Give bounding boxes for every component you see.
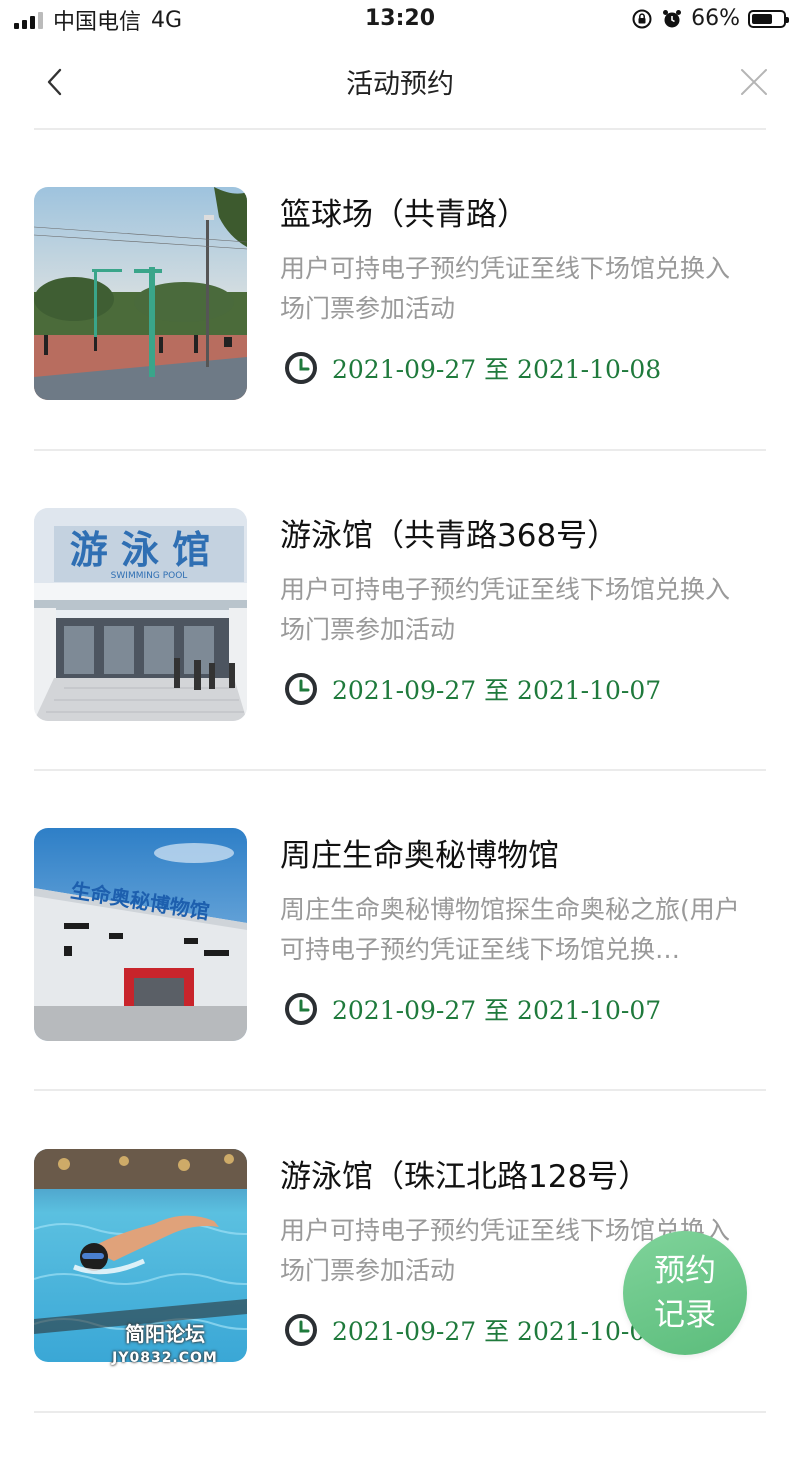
alarm-icon xyxy=(663,9,682,27)
item-description: 周庄生命奥秘博物馆探生命奥秘之旅(用户可持电子预约凭证至线下场馆兑换… xyxy=(280,895,740,964)
battery-icon xyxy=(748,9,789,28)
clock-icon xyxy=(285,352,317,384)
nav-bar: 活动预约 xyxy=(0,40,800,128)
basketball-court-photo xyxy=(34,187,247,400)
item-title: 游泳馆（珠江北路128号） xyxy=(280,1159,650,1195)
building-sign: 游 泳 馆 xyxy=(70,528,210,572)
list-item[interactable]: 游 泳 馆 SWIMMING POOL 游泳馆（共青路368号） 用户可持电子预… xyxy=(0,508,800,828)
swimming-hall-building-photo: 游 泳 馆 SWIMMING POOL xyxy=(34,508,247,721)
booking-records-label-line1: 预约 xyxy=(654,1253,716,1289)
list-item[interactable]: 生命奥秘博物馆 周庄生命奥秘博物馆 周庄生命奥秘博物馆探生命奥秘之旅(用户可持电… xyxy=(0,828,800,1148)
item-date: 2021-09-27 至 2021-10-07 xyxy=(332,996,662,1025)
clock-icon xyxy=(285,1314,317,1346)
clock-icon xyxy=(285,673,317,705)
watermark-line2: JY0832.COM xyxy=(112,1350,218,1366)
item-date: 2021-09-27 至 2021-10-07 xyxy=(332,1317,662,1346)
status-bar: 中国电信 4G 13:20 66% xyxy=(0,0,800,40)
item-date: 2021-09-27 至 2021-10-08 xyxy=(332,355,662,384)
item-title: 游泳馆（共青路368号） xyxy=(280,518,619,554)
divider xyxy=(34,1411,766,1413)
item-title: 周庄生命奥秘博物馆 xyxy=(280,838,559,874)
item-title: 篮球场（共青路） xyxy=(280,197,528,233)
watermark: 简阳论坛 JY0832.COM xyxy=(100,1322,230,1370)
clock-icon xyxy=(285,993,317,1025)
rotation-lock-icon xyxy=(632,9,652,28)
item-date-row: 2021-09-27 至 2021-10-08 xyxy=(284,351,661,385)
item-date-row: 2021-09-27 至 2021-10-07 xyxy=(284,992,661,1026)
battery-percent: 66% xyxy=(691,6,740,31)
list-item[interactable]: 篮球场（共青路） 用户可持电子预约凭证至线下场馆兑换入场门票参加活动 2021-… xyxy=(0,187,800,507)
item-date-row: 2021-09-27 至 2021-10-07 xyxy=(284,672,661,706)
booking-records-button[interactable]: 预约 记录 xyxy=(623,1231,747,1355)
item-description: 用户可持电子预约凭证至线下场馆兑换入场门票参加活动 xyxy=(280,254,731,323)
close-button[interactable] xyxy=(734,62,774,102)
watermark-line1: 简阳论坛 xyxy=(125,1322,205,1346)
page-title: 活动预约 xyxy=(346,69,454,100)
divider xyxy=(34,128,766,130)
close-icon xyxy=(741,69,767,95)
item-description: 用户可持电子预约凭证至线下场馆兑换入场门票参加活动 xyxy=(280,575,731,644)
divider xyxy=(34,1089,766,1091)
building-sign-sub: SWIMMING POOL xyxy=(111,571,188,581)
museum-building-photo: 生命奥秘博物馆 xyxy=(34,828,247,1041)
divider xyxy=(34,449,766,451)
status-right: 66% xyxy=(631,6,789,31)
item-date-row: 2021-09-27 至 2021-10-07 xyxy=(284,1313,661,1347)
booking-records-label-line2: 记录 xyxy=(654,1297,716,1333)
divider xyxy=(34,769,766,771)
item-date: 2021-09-27 至 2021-10-07 xyxy=(332,676,662,705)
